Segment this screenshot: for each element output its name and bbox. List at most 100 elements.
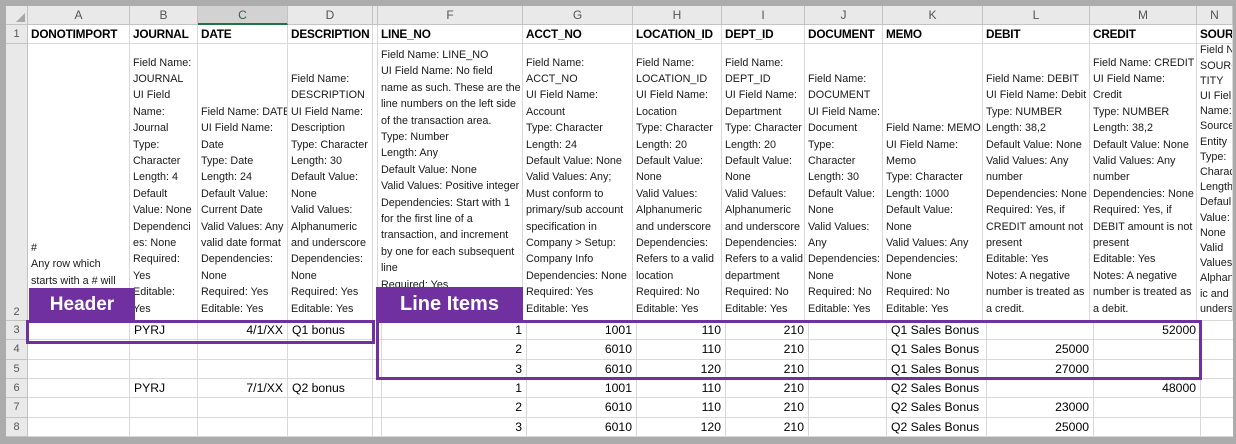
column-header-B[interactable]: B xyxy=(130,6,198,25)
cell-F3[interactable]: 1 xyxy=(382,321,527,340)
column-header-N[interactable]: N xyxy=(1197,6,1233,25)
row-number-1[interactable]: 1 xyxy=(6,25,28,44)
cell-H3[interactable]: 110 xyxy=(637,321,726,340)
cell-A3[interactable] xyxy=(28,321,130,340)
cell-H6[interactable]: 110 xyxy=(637,379,726,398)
cell-N8[interactable] xyxy=(1201,418,1233,437)
cell-I8[interactable]: 210 xyxy=(726,418,809,437)
row-number-6[interactable]: 6 xyxy=(6,379,28,398)
cell-B3[interactable]: PYRJ xyxy=(130,321,198,340)
column-header-F[interactable]: F xyxy=(378,6,523,25)
cell-N1[interactable]: SOURCEENTITY xyxy=(1197,25,1233,44)
cell-J6[interactable] xyxy=(809,379,887,398)
cell-K2[interactable]: Field Name: MEMO UI Field Name: Memo Typ… xyxy=(883,44,983,321)
column-header-H[interactable]: H xyxy=(633,6,722,25)
cell-H2[interactable]: Field Name: LOCATION_ID UI Field Name: L… xyxy=(633,44,722,321)
cell-G8[interactable]: 6010 xyxy=(527,418,637,437)
cell-M5[interactable] xyxy=(1094,360,1201,379)
cell-I7[interactable]: 210 xyxy=(726,398,809,417)
cell-K8[interactable]: Q2 Sales Bonus xyxy=(887,418,987,437)
cell-D2[interactable]: Field Name: DESCRIPTION UI Field Name: D… xyxy=(288,44,373,321)
column-header-K[interactable]: K xyxy=(883,6,983,25)
cell-L1[interactable]: DEBIT xyxy=(983,25,1090,44)
cell-A6[interactable] xyxy=(28,379,130,398)
cell-D8[interactable] xyxy=(288,418,373,437)
cell-L3[interactable] xyxy=(987,321,1094,340)
row-number-7[interactable]: 7 xyxy=(6,398,28,417)
cell-C4[interactable] xyxy=(198,340,288,359)
cell-D4[interactable] xyxy=(288,340,373,359)
cell-D3[interactable]: Q1 bonus xyxy=(288,321,373,340)
cell-G3[interactable]: 1001 xyxy=(527,321,637,340)
cell-F1[interactable]: LINE_NO xyxy=(378,25,523,44)
cell-G1[interactable]: ACCT_NO xyxy=(523,25,633,44)
cell-G5[interactable]: 6010 xyxy=(527,360,637,379)
cell-F4[interactable]: 2 xyxy=(382,340,527,359)
column-header-C[interactable]: C xyxy=(198,6,288,25)
cell-L4[interactable]: 25000 xyxy=(987,340,1094,359)
cell-A1[interactable]: DONOTIMPORT xyxy=(28,25,130,44)
cell-A5[interactable] xyxy=(28,360,130,379)
cell-L5[interactable]: 27000 xyxy=(987,360,1094,379)
cell-B6[interactable]: PYRJ xyxy=(130,379,198,398)
cell-A8[interactable] xyxy=(28,418,130,437)
cell-B1[interactable]: JOURNAL xyxy=(130,25,198,44)
cell-I2[interactable]: Field Name: DEPT_ID UI Field Name: Depar… xyxy=(722,44,805,321)
column-header-A[interactable]: A xyxy=(28,6,130,25)
cell-L7[interactable]: 23000 xyxy=(987,398,1094,417)
cell-D5[interactable] xyxy=(288,360,373,379)
cell-E4[interactable] xyxy=(373,340,382,359)
cell-J2[interactable]: Field Name: DOCUMENT UI Field Name: Docu… xyxy=(805,44,883,321)
cell-F8[interactable]: 3 xyxy=(382,418,527,437)
cell-C2[interactable]: Field Name: DATE UI Field Name: Date Typ… xyxy=(198,44,288,321)
cell-N7[interactable] xyxy=(1201,398,1233,417)
cell-C5[interactable] xyxy=(198,360,288,379)
cell-H5[interactable]: 120 xyxy=(637,360,726,379)
cell-E7[interactable] xyxy=(373,398,382,417)
cell-K4[interactable]: Q1 Sales Bonus xyxy=(887,340,987,359)
cell-J1[interactable]: DOCUMENT xyxy=(805,25,883,44)
cell-B4[interactable] xyxy=(130,340,198,359)
cell-N3[interactable] xyxy=(1201,321,1233,340)
cell-H8[interactable]: 120 xyxy=(637,418,726,437)
cell-M1[interactable]: CREDIT xyxy=(1090,25,1197,44)
row-number-4[interactable]: 4 xyxy=(6,340,28,359)
cell-I4[interactable]: 210 xyxy=(726,340,809,359)
cell-E8[interactable] xyxy=(373,418,382,437)
cell-A4[interactable] xyxy=(28,340,130,359)
column-header-G[interactable]: G xyxy=(523,6,633,25)
cell-N6[interactable] xyxy=(1201,379,1233,398)
cell-F6[interactable]: 1 xyxy=(382,379,527,398)
cell-G4[interactable]: 6010 xyxy=(527,340,637,359)
cell-C7[interactable] xyxy=(198,398,288,417)
cell-E5[interactable] xyxy=(373,360,382,379)
cell-M6[interactable]: 48000 xyxy=(1094,379,1201,398)
row-number-5[interactable]: 5 xyxy=(6,360,28,379)
cell-L6[interactable] xyxy=(987,379,1094,398)
cell-D1[interactable]: DESCRIPTION xyxy=(288,25,373,44)
cell-E3[interactable] xyxy=(373,321,382,340)
column-header-D[interactable]: D xyxy=(288,6,373,25)
cell-E6[interactable] xyxy=(373,379,382,398)
column-header-L[interactable]: L xyxy=(983,6,1090,25)
cell-M8[interactable] xyxy=(1094,418,1201,437)
cell-G2[interactable]: Field Name: ACCT_NO UI Field Name: Accou… xyxy=(523,44,633,321)
cell-I6[interactable]: 210 xyxy=(726,379,809,398)
cell-N4[interactable] xyxy=(1201,340,1233,359)
cell-F7[interactable]: 2 xyxy=(382,398,527,417)
cell-M3[interactable]: 52000 xyxy=(1094,321,1201,340)
select-all-corner[interactable] xyxy=(6,6,28,25)
cell-C1[interactable]: DATE xyxy=(198,25,288,44)
cell-K5[interactable]: Q1 Sales Bonus xyxy=(887,360,987,379)
cell-F2[interactable]: Field Name: LINE_NO UI Field Name: No fi… xyxy=(378,44,523,321)
cell-K1[interactable]: MEMO xyxy=(883,25,983,44)
row-number-8[interactable]: 8 xyxy=(6,418,28,437)
cell-A2[interactable]: # Any row which starts with a # will xyxy=(28,44,130,321)
cell-D6[interactable]: Q2 bonus xyxy=(288,379,373,398)
cell-I3[interactable]: 210 xyxy=(726,321,809,340)
cell-C8[interactable] xyxy=(198,418,288,437)
cell-B7[interactable] xyxy=(130,398,198,417)
cell-F5[interactable]: 3 xyxy=(382,360,527,379)
cell-K3[interactable]: Q1 Sales Bonus xyxy=(887,321,987,340)
cell-J3[interactable] xyxy=(809,321,887,340)
